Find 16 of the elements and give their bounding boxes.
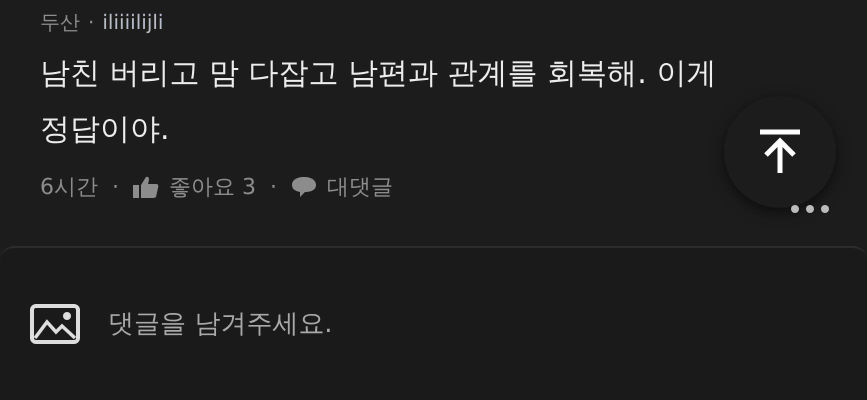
like-button[interactable]: 좋아요 3	[133, 172, 256, 202]
more-icon	[790, 204, 830, 214]
separator-dot: ·	[112, 174, 119, 200]
image-icon	[30, 304, 80, 344]
speech-bubble-icon	[291, 176, 317, 198]
separator-dot: ·	[270, 174, 277, 200]
comment-input[interactable]: 댓글을 남겨주세요.	[106, 308, 837, 340]
more-button[interactable]	[790, 204, 830, 214]
thumbs-up-icon	[133, 176, 159, 198]
author-name: 두산	[40, 8, 80, 36]
comment-text: 남친 버리고 맘 다잡고 남편과 관계를 회복해. 이게 정답이야.	[40, 55, 718, 149]
nickname: iliiiilijli	[102, 10, 164, 34]
reply-button[interactable]: 대댓글	[291, 172, 393, 202]
separator-dot: ·	[88, 10, 94, 34]
arrow-up-icon	[758, 129, 802, 175]
time-label: 6시간	[40, 174, 98, 202]
